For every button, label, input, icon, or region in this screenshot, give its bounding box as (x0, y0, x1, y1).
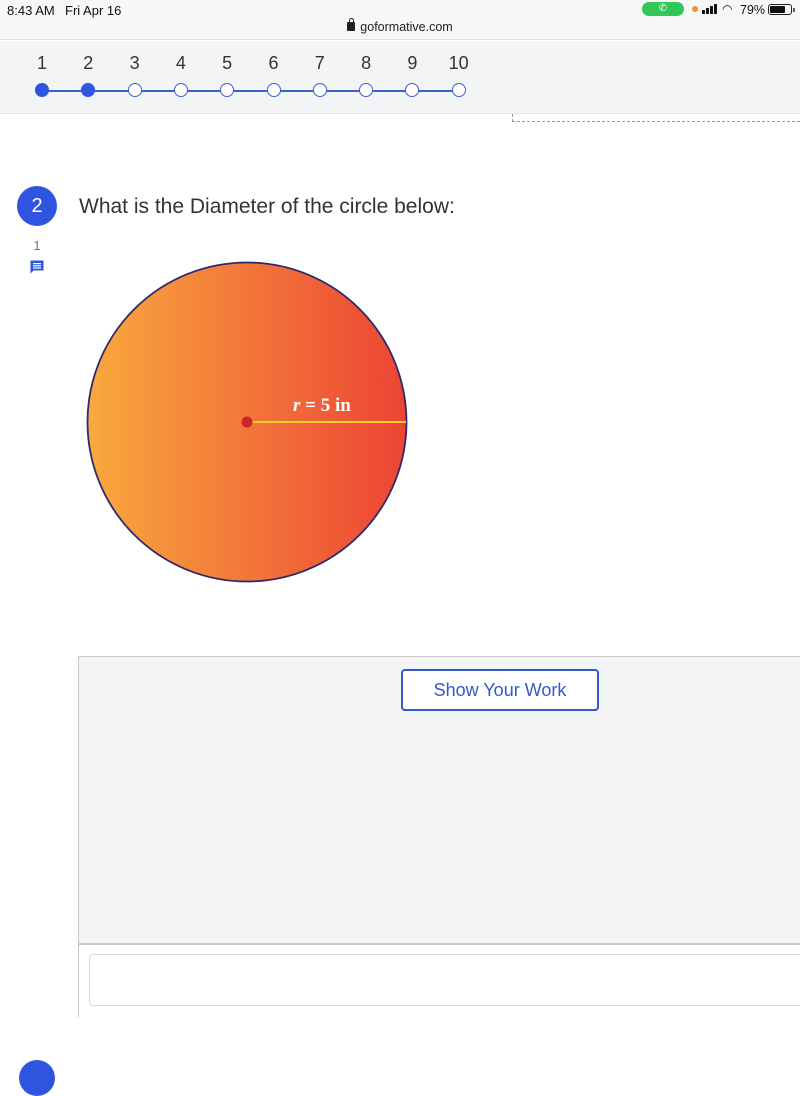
question-navigator: 1 2 3 4 5 6 7 8 9 10 (0, 41, 800, 114)
question-step-4[interactable]: 4 (161, 41, 201, 111)
step-number: 9 (407, 53, 418, 73)
status-date: Fri Apr 16 (65, 3, 122, 18)
status-time: 8:43 AM (7, 3, 55, 18)
step-number: 3 (129, 53, 140, 73)
next-question-badge (19, 1060, 55, 1096)
question-number-badge: 2 (17, 186, 57, 226)
step-completed-dot (81, 83, 96, 97)
active-call-pill[interactable]: ✆ (642, 2, 684, 16)
cell-signal-icon (702, 4, 718, 14)
radius-value: = 5 in (300, 395, 351, 416)
step-open-dot (127, 83, 142, 97)
comment-count: 1 (33, 238, 41, 253)
circle-figure: r = 5 in (86, 261, 408, 583)
question-step-9[interactable]: 9 (392, 41, 432, 111)
step-open-dot (405, 83, 420, 97)
url-bar[interactable]: goformative.com (0, 18, 800, 34)
lock-icon (347, 18, 356, 31)
center-point (241, 416, 253, 428)
step-number: 7 (314, 53, 325, 73)
question-step-10[interactable]: 10 (439, 41, 479, 111)
wifi-icon: ◠ (722, 2, 733, 16)
step-number: 8 (361, 53, 372, 73)
step-open-dot (266, 83, 281, 97)
circle-diagram (86, 261, 408, 583)
step-number: 4 (175, 53, 186, 73)
battery-percent: 79% (740, 3, 766, 17)
step-number: 5 (222, 53, 233, 73)
question-step-7[interactable]: 7 (300, 41, 340, 111)
question-step-5[interactable]: 5 (207, 41, 247, 111)
radius-label: r = 5 in (293, 395, 351, 417)
show-your-work-button[interactable]: Show Your Work (401, 669, 599, 711)
phone-icon: ✆ (658, 3, 668, 14)
dashed-divider (512, 114, 800, 122)
comment-icon[interactable] (29, 259, 45, 275)
step-number: 1 (36, 53, 47, 73)
step-number: 10 (448, 53, 469, 73)
answer-input-area (79, 945, 800, 1017)
question-step-8[interactable]: 8 (346, 41, 386, 111)
url-text: goformative.com (360, 20, 453, 34)
step-number: 6 (268, 53, 279, 73)
answer-panel: Show Your Work (78, 656, 800, 1017)
step-open-dot (312, 83, 327, 97)
answer-input[interactable] (89, 954, 800, 1006)
step-open-dot (359, 83, 374, 97)
step-open-dot (173, 83, 188, 97)
question-step-6[interactable]: 6 (254, 41, 294, 111)
mic-indicator-icon (692, 6, 698, 12)
question-text: What is the Diameter of the circle below… (79, 195, 455, 218)
step-open-dot (220, 83, 235, 97)
question-step-2[interactable]: 2 (68, 41, 108, 111)
status-bar: 8:43 AM Fri Apr 16 goformative.com ✆ ◠ 7… (0, 0, 800, 40)
step-completed-dot (35, 83, 49, 97)
question-step-3[interactable]: 3 (115, 41, 155, 111)
battery-icon (768, 4, 795, 15)
question-step-1[interactable]: 1 (22, 41, 62, 111)
step-open-dot (451, 83, 466, 97)
step-number: 2 (83, 53, 94, 73)
